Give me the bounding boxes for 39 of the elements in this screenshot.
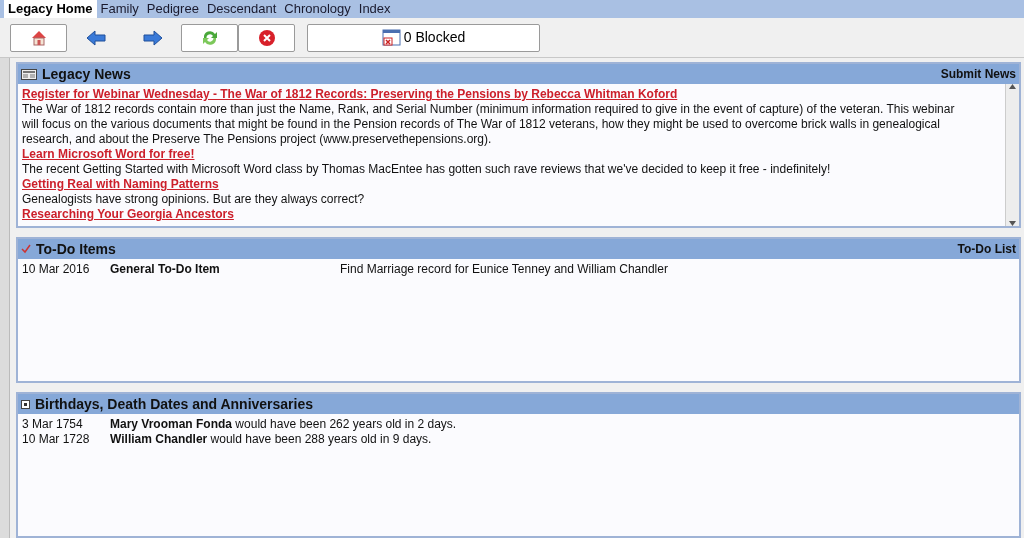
refresh-icon [200, 28, 219, 47]
tab[interactable]: Family [96, 0, 143, 18]
todo-type: General To-Do Item [110, 262, 221, 277]
forward-arrow-icon [142, 29, 163, 46]
tab[interactable]: Index [354, 0, 395, 18]
home-button[interactable] [10, 23, 67, 52]
anniversary-text: William Chandler would have been 288 years old in 9 days. [110, 432, 432, 447]
anniversary-date: 10 Mar 1728 [22, 432, 91, 447]
news-link[interactable]: Getting Real with Naming Patterns [22, 177, 965, 192]
stop-icon [257, 28, 276, 47]
news-text: The War of 1812 records contain more than just the Name, Rank, and Serial Number (minimum information required to give in the event of capture) of the veteran. This webinar will focus on the various documents that might be found in the Pension records of The War of 1812 veterans, how they might be used to overcome brick walls in genealogical research, and about the Preserve The Pensions project (www.preservethepensions.org). [22, 102, 956, 147]
panel-title: To-Do Items [36, 239, 116, 259]
tab[interactable]: Descendant [202, 0, 281, 18]
todo-description: Find Marriage record for Eunice Tenney and William Chandler [340, 262, 668, 277]
back-arrow-icon [85, 29, 106, 46]
panel-title: Birthdays, Death Dates and Anniversaries [35, 394, 314, 414]
panel-title: Legacy News [42, 64, 131, 84]
todo-date: 10 Mar 2016 [22, 262, 91, 277]
news-link[interactable]: Researching Your Georgia Ancestors [22, 207, 965, 222]
panel-link[interactable]: To-Do List [957, 240, 1016, 258]
news-text: Genealogists have strong opinions. But are they always correct? [22, 192, 366, 207]
blocked-window-icon [381, 28, 402, 47]
anniversary-date: 3 Mar 1754 [22, 417, 84, 432]
tab[interactable]: Pedigree [142, 0, 203, 18]
news-link[interactable]: Register for Webinar Wednesday - The War of 1812 Records: Preserving the Pensions by Rebecca Whitman Koford [22, 87, 965, 102]
check-icon [21, 244, 31, 254]
scroll-down-icon[interactable] [1009, 221, 1016, 226]
anniversary-text: Mary Vrooman Fonda would have been 262 years old in 2 days. [110, 417, 457, 432]
news-link[interactable]: Learn Microsoft Word for free! [22, 147, 965, 162]
blocked-button[interactable]: 0 Blocked [307, 23, 540, 52]
panel-link[interactable]: Submit News [940, 65, 1016, 83]
tab[interactable]: Chronology [280, 0, 355, 18]
newspaper-icon [21, 68, 37, 80]
calendar-icon [21, 399, 30, 409]
scrollbar[interactable] [1005, 84, 1019, 226]
news-text: The recent Getting Started with Microsoft Word class by Thomas MacEntee has gotten such rave reviews that we've decided to keep it free - indefinitely! [22, 162, 832, 177]
refresh-button[interactable] [181, 23, 238, 52]
stop-button[interactable] [238, 23, 295, 52]
tab[interactable]: Legacy Home [4, 0, 97, 18]
